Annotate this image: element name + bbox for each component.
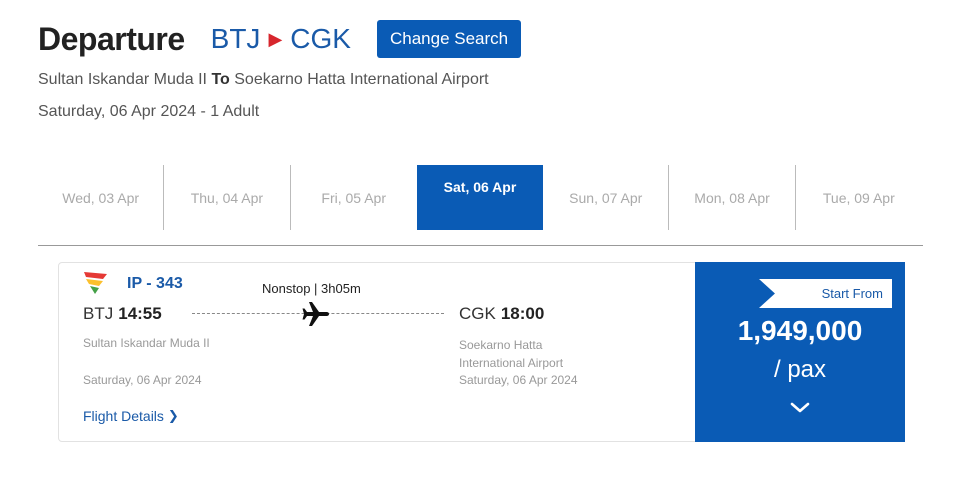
flight-number: IP - 343 — [127, 275, 183, 292]
date-tab[interactable]: Fri, 05 Apr — [291, 165, 417, 230]
trip-summary: Saturday, 06 Apr 2024 - 1 Adult — [38, 103, 260, 120]
departure-code: BTJ — [83, 304, 114, 323]
divider — [38, 245, 923, 246]
page-header: Departure BTJ ▶ CGK Change Search — [38, 20, 522, 58]
date-tab-selected[interactable]: Sat, 06 Apr — [416, 165, 544, 230]
route-description: Sultan Iskandar Muda II To Soekarno Hatt… — [38, 71, 489, 89]
route-arrow-icon: ▶ — [268, 28, 283, 49]
price-unit: / pax — [773, 356, 827, 383]
price-panel[interactable]: Start From 1,949,000 / pax — [695, 262, 905, 442]
airplane-icon — [302, 302, 329, 326]
page-title: Departure — [38, 20, 185, 57]
start-from-badge: Start From — [759, 279, 892, 308]
origin-airport-name: Sultan Iskandar Muda II — [38, 71, 207, 88]
flight-card: IP - 343 Nonstop | 3h05m BTJ 14:55 CGK 18:… — [58, 262, 905, 442]
chevron-right-icon: ❯ — [167, 408, 179, 423]
arrival-airport: Soekarno Hatta International Airport — [459, 338, 564, 370]
route-codes: BTJ ▶ CGK — [211, 23, 351, 55]
origin-code: BTJ — [210, 23, 261, 54]
arrival-code: CGK — [459, 304, 496, 323]
arrival-info: CGK 18:00 — [459, 304, 544, 324]
departure-date: Saturday, 06 Apr 2024 — [83, 373, 202, 387]
change-search-button[interactable]: Change Search — [376, 20, 522, 58]
route-to-word: To — [211, 71, 230, 88]
flight-details-label: Flight Details — [83, 408, 164, 424]
airline-logo-icon — [84, 272, 107, 294]
date-tab[interactable]: Thu, 04 Apr — [164, 165, 291, 230]
destination-airport-name: Soekarno Hatta International Airport — [234, 71, 489, 88]
arrival-date: Saturday, 06 Apr 2024 — [459, 373, 578, 387]
departure-airport: Sultan Iskandar Muda II — [83, 336, 210, 350]
departure-info: BTJ 14:55 — [83, 304, 162, 324]
chevron-down-icon[interactable] — [789, 402, 811, 414]
price-amount: 1,949,000 — [737, 315, 863, 346]
date-tab[interactable]: Tue, 09 Apr — [796, 165, 922, 230]
date-selector: Wed, 03 Apr Thu, 04 Apr Fri, 05 Apr Sat,… — [38, 165, 922, 230]
stops-duration: Nonstop | 3h05m — [262, 281, 361, 296]
date-tab[interactable]: Wed, 03 Apr — [38, 165, 165, 230]
date-tab[interactable]: Mon, 08 Apr — [669, 165, 796, 230]
date-tab[interactable]: Sun, 07 Apr — [543, 165, 670, 230]
arrival-time: 18:00 — [500, 304, 545, 323]
departure-time: 14:55 — [118, 304, 162, 323]
destination-code: CGK — [290, 23, 351, 54]
flight-details-link[interactable]: Flight Details ❯ — [83, 408, 179, 424]
